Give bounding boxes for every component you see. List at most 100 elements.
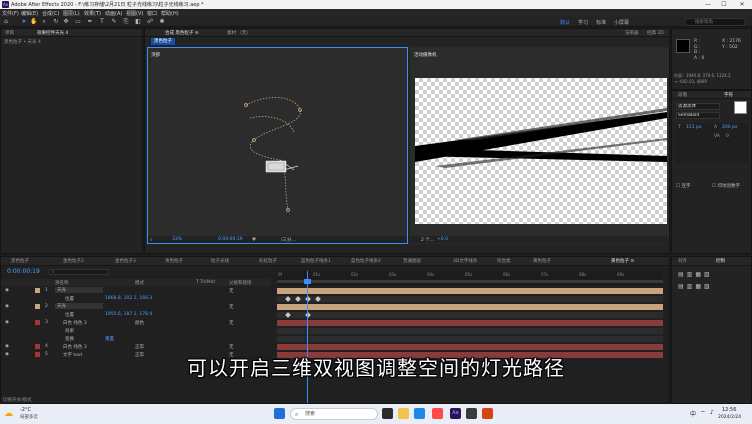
after-effects-taskbar-icon[interactable]: Ae xyxy=(450,408,461,419)
file-explorer-icon[interactable] xyxy=(398,408,409,419)
maximize-button[interactable]: ☐ xyxy=(716,0,732,9)
timeline-tab-9[interactable]: 普通图层 xyxy=(403,258,421,264)
menu-edit[interactable]: 编辑(E) xyxy=(21,10,38,17)
menu-file[interactable]: 文件(F) xyxy=(2,10,19,17)
track-layer-2[interactable] xyxy=(277,304,663,310)
playhead-handle[interactable] xyxy=(304,279,311,284)
track-layer-4[interactable] xyxy=(277,344,663,350)
track-layer-1[interactable] xyxy=(277,288,663,294)
menu-effect[interactable]: 效果(T) xyxy=(84,10,101,17)
layer-row-3-transform[interactable]: 变换 重置 xyxy=(1,335,271,342)
timeline-tab-12[interactable]: 黄色粒子 xyxy=(533,258,551,264)
view-count-select[interactable]: 2 个… xyxy=(421,237,434,243)
tab-composition[interactable]: 合成 黑色粒子 ≡ xyxy=(165,30,199,36)
timeline-search-input[interactable]: ⌕ xyxy=(49,269,109,275)
taskbar-search[interactable]: ⌕ 搜索 xyxy=(290,408,378,420)
timeline-tab-6[interactable]: 彩虹粒子 xyxy=(259,258,277,264)
tab-effect-controls[interactable]: 效果控件天光 4 xyxy=(37,30,68,36)
puppet-tool-icon[interactable]: ✱ xyxy=(158,18,166,26)
brush-tool-icon[interactable]: ✎ xyxy=(110,18,118,26)
orbit-tool-icon[interactable]: ↻ xyxy=(52,18,60,26)
search-help-input[interactable]: 搜索帮助 xyxy=(684,18,746,26)
tab-paragraph[interactable]: 段落 xyxy=(678,92,687,98)
timeline-tab-8[interactable]: 蓝色粒子线条2 xyxy=(351,258,381,264)
layer-row-4[interactable]: ◉ 4 白色 纯色 3 正常 无 xyxy=(1,343,271,350)
switches-modes-toggle[interactable]: 切换开关/模式 xyxy=(3,397,32,403)
weather-icon[interactable]: ☁ xyxy=(4,408,18,420)
font-size-value[interactable]: 151 px xyxy=(686,125,702,130)
magnifier-icon[interactable]: ⌕ xyxy=(150,237,153,243)
timeline-tab-2[interactable]: 金色粒子2 xyxy=(63,258,84,264)
layer-row-3-effects[interactable]: 效果 xyxy=(1,327,271,334)
font-style-select[interactable]: SemiBold xyxy=(676,112,720,119)
exposure-value[interactable]: +0.0 xyxy=(437,237,448,242)
col-mode[interactable]: 模式 xyxy=(135,280,144,286)
time-ruler[interactable]: 0f 01s 02s 03s 04s 05s 06s 07s 08s 09s xyxy=(277,271,663,286)
font-family-select[interactable]: 思源黑体 xyxy=(676,103,720,110)
eraser-tool-icon[interactable]: ◧ xyxy=(134,18,142,26)
timeline-tab-5[interactable]: 粒子光线 xyxy=(211,258,229,264)
menu-layer[interactable]: 图层(L) xyxy=(63,10,80,17)
hand-tool-icon[interactable]: ✋ xyxy=(30,18,38,26)
minimize-button[interactable]: — xyxy=(700,0,716,9)
ime-language[interactable]: 中 xyxy=(690,409,696,418)
wifi-icon[interactable]: ⌔ xyxy=(700,409,706,417)
edge-icon[interactable] xyxy=(414,408,425,419)
zoom-tool-icon[interactable]: ⌕ xyxy=(40,18,48,26)
start-icon[interactable] xyxy=(274,408,285,419)
layer-row-2[interactable]: ◉ 2 天光 无 xyxy=(1,303,271,310)
timeline-tab-3[interactable]: 金色粒子3 xyxy=(115,258,136,264)
timeline-tab-10[interactable]: 3D文字线条 xyxy=(453,258,477,264)
timeline-tab-1[interactable]: 黑色粒子 xyxy=(11,258,29,264)
renderer-value[interactable]: 经典 3D xyxy=(647,30,664,36)
track-layer-1-position[interactable] xyxy=(277,296,663,302)
playhead[interactable] xyxy=(307,271,308,403)
menu-view[interactable]: 视图(V) xyxy=(126,10,143,17)
timeline-tab-active[interactable]: 黄色粒子 ≡ xyxy=(611,258,634,264)
layer-row-1[interactable]: ◉ 1 天光 无 xyxy=(1,287,271,294)
volume-icon[interactable]: ♪ xyxy=(710,409,714,416)
tab-footage[interactable]: 素材 （无） xyxy=(227,30,251,36)
distribute-icons[interactable]: ▤▥▦▧ xyxy=(678,283,713,290)
comp-breadcrumb[interactable]: 黑色粒子 xyxy=(151,38,175,45)
workspace-standard[interactable]: 标准 xyxy=(596,19,606,26)
current-time[interactable]: 0:00:00:19 xyxy=(218,237,243,242)
menu-composition[interactable]: 合成(C) xyxy=(42,10,59,17)
track-layer-3[interactable] xyxy=(277,320,663,326)
pan-behind-icon[interactable]: ✥ xyxy=(62,18,70,26)
workspace-learn[interactable]: 学习 xyxy=(578,19,588,26)
tab-align[interactable]: 对齐 xyxy=(678,258,687,264)
tab-character[interactable]: 字符 xyxy=(724,92,733,98)
app-icon-orange[interactable] xyxy=(482,408,493,419)
close-button[interactable]: ✕ xyxy=(734,0,750,9)
light-path-drawing[interactable] xyxy=(148,48,409,245)
layer-row-2-position[interactable]: 位置 1955.6, 187.1, 178.4 xyxy=(1,311,271,318)
tracking-value[interactable]: 0 xyxy=(726,134,729,139)
rect-tool-icon[interactable]: ▭ xyxy=(74,18,82,26)
track-layer-2-position[interactable] xyxy=(277,312,663,318)
app-icon-dark[interactable] xyxy=(466,408,477,419)
timeline-tab-11[interactable]: 综合类 xyxy=(497,258,511,264)
active-camera-view[interactable]: 活动摄像机 2 个… +0.0 xyxy=(410,47,669,244)
task-view-icon[interactable] xyxy=(382,408,393,419)
app-icon-red[interactable] xyxy=(432,408,443,419)
timeline-tab-4[interactable]: 青色粒子 xyxy=(165,258,183,264)
home-icon[interactable]: ⌂ xyxy=(2,18,10,26)
menu-window[interactable]: 窗口 xyxy=(147,10,157,17)
top-view[interactable]: 顶部 ⌕ 33% 0:00:00:19 ◉ （三分… xyxy=(147,47,408,244)
menu-help[interactable]: 帮助(H) xyxy=(161,10,179,17)
roto-tool-icon[interactable]: ☍ xyxy=(146,18,154,26)
selection-tool-icon[interactable]: ➤ xyxy=(20,18,28,26)
timeline-tab-7[interactable]: 蓝色粒子线条1 xyxy=(301,258,331,264)
eye-icon[interactable]: ◉ xyxy=(5,288,9,293)
clock-time[interactable]: 12:56 xyxy=(722,407,736,413)
type-tool-icon[interactable]: T xyxy=(98,18,106,26)
tab-controls[interactable]: 控制 xyxy=(716,258,725,264)
layer-row-1-position[interactable]: 位置 1868.8, 102.1, 166.3 xyxy=(1,295,271,302)
pen-tool-icon[interactable]: ✒ xyxy=(86,18,94,26)
menu-animation[interactable]: 动画(A) xyxy=(105,10,122,17)
col-parent[interactable]: 父级和链接 xyxy=(229,280,252,286)
layer-row-3[interactable]: ◉ 3 白色 纯色 3 颜色 无 xyxy=(1,319,271,326)
clock-date[interactable]: 2024/2/24 xyxy=(718,415,741,420)
col-trkmat[interactable]: T TrkMat xyxy=(196,280,215,285)
